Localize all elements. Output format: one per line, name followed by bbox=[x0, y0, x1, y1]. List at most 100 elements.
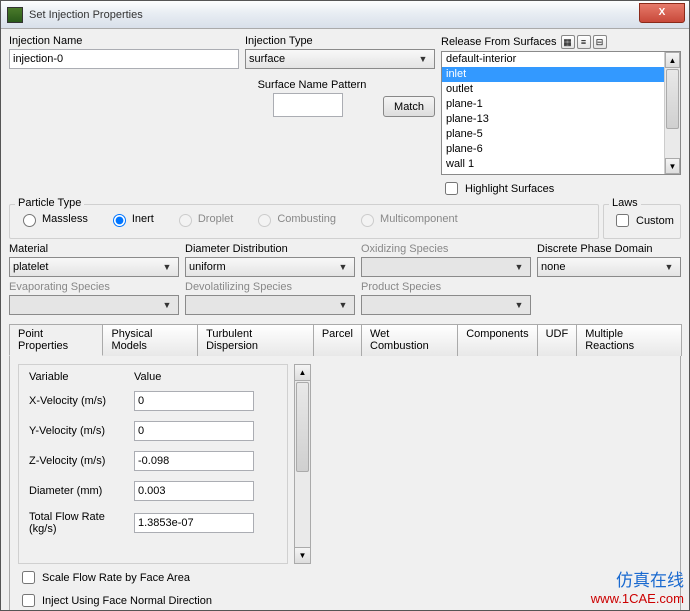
injection-type-label: Injection Type bbox=[245, 35, 435, 47]
material-label: Material bbox=[9, 243, 179, 255]
chevron-down-icon: ▼ bbox=[661, 262, 677, 272]
laws-group: Laws Custom bbox=[603, 204, 681, 239]
property-label: Diameter (mm) bbox=[29, 485, 134, 497]
property-input[interactable] bbox=[134, 421, 254, 441]
prod-select: ▼ bbox=[361, 295, 531, 315]
value-header: Value bbox=[134, 371, 161, 383]
property-label: Z-Velocity (m/s) bbox=[29, 455, 134, 467]
surface-item[interactable]: default-interior bbox=[442, 52, 664, 67]
scrollbar[interactable]: ▲ ▼ bbox=[664, 52, 680, 174]
surface-item[interactable]: plane-13 bbox=[442, 112, 664, 127]
tab-wet-combustion[interactable]: Wet Combustion bbox=[361, 324, 458, 356]
evap-select: ▼ bbox=[9, 295, 179, 315]
property-row: X-Velocity (m/s) bbox=[29, 391, 277, 411]
chevron-down-icon: ▼ bbox=[159, 300, 175, 310]
face-normal-checkbox[interactable] bbox=[22, 594, 35, 607]
tab-multiple-reactions[interactable]: Multiple Reactions bbox=[576, 324, 682, 356]
injection-type-value: surface bbox=[249, 53, 285, 65]
tab-parcel[interactable]: Parcel bbox=[313, 324, 362, 356]
tab-turbulent-dispersion[interactable]: Turbulent Dispersion bbox=[197, 324, 314, 356]
property-label: Y-Velocity (m/s) bbox=[29, 425, 134, 437]
scroll-thumb[interactable] bbox=[666, 69, 679, 129]
select-none-icon[interactable]: ≡ bbox=[577, 35, 591, 49]
prod-label: Product Species bbox=[361, 281, 531, 293]
particle-radio-combusting: Combusting bbox=[253, 211, 336, 227]
scale-flow-label: Scale Flow Rate by Face Area bbox=[42, 572, 190, 584]
match-button[interactable]: Match bbox=[383, 96, 435, 117]
surfaces-listbox[interactable]: default-interiorinletoutletplane-1plane-… bbox=[441, 51, 681, 175]
select-invert-icon[interactable]: ⊟ bbox=[593, 35, 607, 49]
surface-item[interactable]: plane-5 bbox=[442, 127, 664, 142]
release-surfaces-label: Release From Surfaces bbox=[441, 36, 557, 48]
scroll-up-icon[interactable]: ▲ bbox=[295, 365, 310, 381]
tab-components[interactable]: Components bbox=[457, 324, 537, 356]
particle-type-title: Particle Type bbox=[15, 197, 84, 209]
property-row: Z-Velocity (m/s) bbox=[29, 451, 277, 471]
custom-laws-checkbox[interactable] bbox=[616, 214, 629, 227]
injection-type-select[interactable]: surface ▼ bbox=[245, 49, 435, 69]
custom-laws-label: Custom bbox=[636, 215, 674, 227]
surface-item[interactable]: outlet bbox=[442, 82, 664, 97]
property-label: Total Flow Rate (kg/s) bbox=[29, 511, 134, 535]
properties-scrollbar[interactable]: ▲ ▼ bbox=[294, 364, 311, 564]
variable-header: Variable bbox=[29, 371, 134, 383]
scroll-down-icon[interactable]: ▼ bbox=[295, 547, 310, 563]
chevron-down-icon: ▼ bbox=[511, 262, 527, 272]
particle-type-group: Particle Type MasslessInertDropletCombus… bbox=[9, 204, 599, 239]
injection-name-label: Injection Name bbox=[9, 35, 239, 47]
surface-item[interactable]: wall 1 bbox=[442, 157, 664, 172]
property-row: Y-Velocity (m/s) bbox=[29, 421, 277, 441]
diameter-dist-label: Diameter Distribution bbox=[185, 243, 355, 255]
tab-point-properties[interactable]: Point Properties bbox=[9, 324, 103, 356]
evap-label: Evaporating Species bbox=[9, 281, 179, 293]
face-normal-label: Inject Using Face Normal Direction bbox=[42, 595, 212, 607]
particle-radio-massless[interactable]: Massless bbox=[18, 211, 88, 227]
surface-item[interactable]: inlet bbox=[442, 67, 664, 82]
select-all-icon[interactable]: ▦ bbox=[561, 35, 575, 49]
particle-radio-inert[interactable]: Inert bbox=[108, 211, 154, 227]
highlight-surfaces-label: Highlight Surfaces bbox=[465, 183, 554, 195]
app-icon bbox=[7, 7, 23, 23]
discrete-domain-select[interactable]: none▼ bbox=[537, 257, 681, 277]
chevron-down-icon: ▼ bbox=[415, 54, 431, 64]
highlight-surfaces-checkbox[interactable] bbox=[445, 182, 458, 195]
chevron-down-icon: ▼ bbox=[335, 300, 351, 310]
oxidizing-label: Oxidizing Species bbox=[361, 243, 531, 255]
property-input[interactable] bbox=[134, 513, 254, 533]
chevron-down-icon: ▼ bbox=[511, 300, 527, 310]
surface-pattern-label: Surface Name Pattern bbox=[245, 79, 379, 91]
properties-box: Variable Value X-Velocity (m/s) Y-Velocit… bbox=[18, 364, 288, 564]
surface-pattern-input[interactable] bbox=[273, 93, 343, 117]
diameter-dist-select[interactable]: uniform▼ bbox=[185, 257, 355, 277]
property-input[interactable] bbox=[134, 391, 254, 411]
surface-item[interactable]: plane-6 bbox=[442, 142, 664, 157]
discrete-domain-label: Discrete Phase Domain bbox=[537, 243, 681, 255]
window-title: Set Injection Properties bbox=[29, 9, 639, 21]
property-input[interactable] bbox=[134, 481, 254, 501]
property-row: Diameter (mm) bbox=[29, 481, 277, 501]
scroll-thumb[interactable] bbox=[296, 382, 309, 472]
tab-physical-models[interactable]: Physical Models bbox=[102, 324, 198, 356]
particle-radio-multicomponent: Multicomponent bbox=[356, 211, 458, 227]
scale-flow-checkbox[interactable] bbox=[22, 571, 35, 584]
dialog-window: Set Injection Properties X Injection Nam… bbox=[0, 0, 690, 611]
particle-radio-droplet: Droplet bbox=[174, 211, 233, 227]
tab-panel: Variable Value X-Velocity (m/s) Y-Velocit… bbox=[9, 355, 681, 610]
oxidizing-select: ▼ bbox=[361, 257, 531, 277]
material-select[interactable]: platelet▼ bbox=[9, 257, 179, 277]
scroll-up-icon[interactable]: ▲ bbox=[665, 52, 680, 68]
property-row: Total Flow Rate (kg/s) bbox=[29, 511, 277, 535]
property-label: X-Velocity (m/s) bbox=[29, 395, 134, 407]
content-area: Injection Name Injection Type surface ▼ … bbox=[1, 29, 689, 610]
close-button[interactable]: X bbox=[639, 3, 685, 23]
chevron-down-icon: ▼ bbox=[159, 262, 175, 272]
titlebar[interactable]: Set Injection Properties X bbox=[1, 1, 689, 29]
property-input[interactable] bbox=[134, 451, 254, 471]
devol-label: Devolatilizing Species bbox=[185, 281, 355, 293]
surface-item[interactable]: plane-1 bbox=[442, 97, 664, 112]
devol-select: ▼ bbox=[185, 295, 355, 315]
chevron-down-icon: ▼ bbox=[335, 262, 351, 272]
scroll-down-icon[interactable]: ▼ bbox=[665, 158, 680, 174]
tab-udf[interactable]: UDF bbox=[537, 324, 578, 356]
injection-name-input[interactable] bbox=[9, 49, 239, 69]
